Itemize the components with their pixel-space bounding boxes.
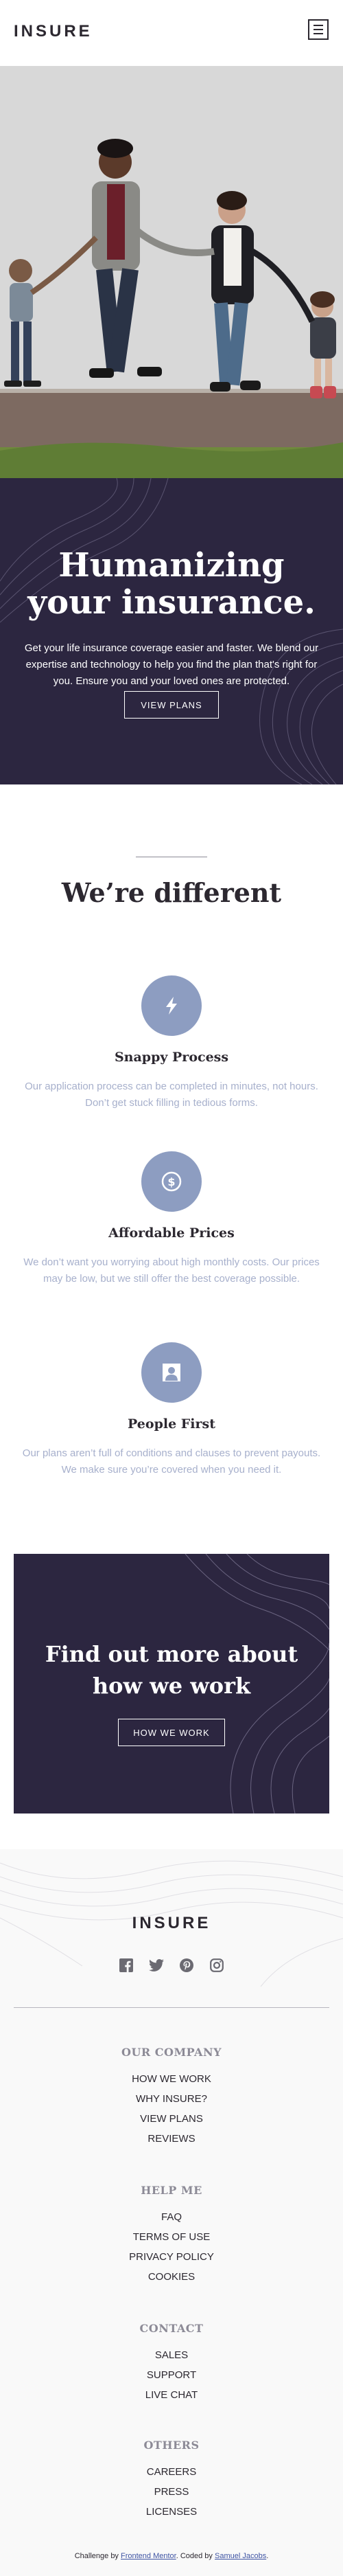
footer-link-licenses[interactable]: LICENSES xyxy=(0,2506,343,2518)
feature-people-first: People First Our plans aren’t full of co… xyxy=(21,1342,322,1507)
dollar-coin-icon: $ xyxy=(141,1151,202,1212)
feature-text: Our application process can be completed… xyxy=(25,1081,318,1109)
footer-link-how-we-work[interactable]: HOW WE WORK xyxy=(0,2073,343,2085)
pinterest-icon[interactable] xyxy=(179,1958,194,1973)
background-pattern xyxy=(0,478,343,784)
different-section: We’re different Snappy Process Our appli… xyxy=(0,784,343,1554)
feature-title: Snappy Process xyxy=(114,1050,229,1065)
credit-middle: . Coded by xyxy=(176,2552,213,2560)
hamburger-menu-icon[interactable] xyxy=(308,19,329,40)
different-title: We’re different xyxy=(61,877,282,908)
footer-link-press[interactable]: PRESS xyxy=(0,2486,343,2498)
footer-link-careers[interactable]: CAREERS xyxy=(0,2466,343,2478)
footer-link-faq[interactable]: FAQ xyxy=(0,2211,343,2223)
social-links xyxy=(119,1958,224,1974)
footer-link-terms-of-use[interactable]: TERMS OF USE xyxy=(0,2231,343,2243)
credit-prefix: Challenge by xyxy=(74,2552,119,2560)
twitter-icon[interactable] xyxy=(149,1958,164,1973)
feature-text: Our plans aren’t full of conditions and … xyxy=(22,1447,321,1476)
facebook-icon[interactable] xyxy=(119,1958,134,1973)
logo[interactable]: INSURE xyxy=(14,22,93,41)
author-link[interactable]: Samuel Jacobs xyxy=(215,2552,266,2560)
site-footer: INSURE OUR COMPANY HOW WE WORK WHY INSUR… xyxy=(0,1849,343,2576)
footer-link-privacy-policy[interactable]: PRIVACY POLICY xyxy=(0,2251,343,2263)
how-we-work-banner: Find out more about how we work HOW WE W… xyxy=(14,1554,329,1814)
footer-link-live-chat[interactable]: LIVE CHAT xyxy=(0,2389,343,2401)
site-header: INSURE xyxy=(0,0,343,66)
feature-title: Affordable Prices xyxy=(108,1225,235,1241)
frontend-mentor-link[interactable]: Frontend Mentor xyxy=(121,2552,176,2560)
cta-title: Find out more about how we work xyxy=(45,1641,298,1699)
footer-logo[interactable]: INSURE xyxy=(0,1914,343,1933)
footer-link-why-insure[interactable]: WHY INSURE? xyxy=(0,2093,343,2105)
footer-link-sales[interactable]: SALES xyxy=(0,2349,343,2361)
feature-title: People First xyxy=(128,1416,215,1432)
hero-photo xyxy=(0,66,343,478)
footer-group-title: CONTACT xyxy=(139,2322,204,2335)
attribution: Challenge by Frontend Mentor. Coded by S… xyxy=(0,2552,343,2560)
instagram-icon[interactable] xyxy=(209,1958,224,1973)
person-icon xyxy=(141,1342,202,1403)
footer-link-cookies[interactable]: COOKIES xyxy=(0,2271,343,2283)
view-plans-button[interactable]: VIEW PLANS xyxy=(124,691,219,719)
hero-description: Get your life insurance coverage easier … xyxy=(24,642,319,687)
credit-suffix: . xyxy=(266,2552,269,2560)
footer-group-title: OTHERS xyxy=(143,2439,200,2452)
footer-group-title: HELP ME xyxy=(141,2184,202,2197)
svg-text:$: $ xyxy=(167,1175,175,1188)
family-photo xyxy=(0,66,343,478)
footer-divider xyxy=(14,2007,329,2008)
feature-affordable-prices: $ Affordable Prices We don’t want you wo… xyxy=(21,1151,322,1330)
hero-title: Humanizing your insurance. xyxy=(27,546,316,622)
lightning-bolt-icon xyxy=(141,975,202,1036)
footer-link-support[interactable]: SUPPORT xyxy=(0,2369,343,2381)
feature-snappy-process: Snappy Process Our application process c… xyxy=(21,975,322,1140)
hero-section: Humanizing your insurance. Get your life… xyxy=(0,478,343,784)
footer-link-view-plans[interactable]: VIEW PLANS xyxy=(0,2113,343,2125)
footer-link-reviews[interactable]: REVIEWS xyxy=(0,2133,343,2145)
how-we-work-button[interactable]: HOW WE WORK xyxy=(118,1719,225,1746)
footer-group-title: OUR COMPANY xyxy=(121,2046,222,2059)
feature-text: We don’t want you worrying about high mo… xyxy=(23,1256,320,1285)
